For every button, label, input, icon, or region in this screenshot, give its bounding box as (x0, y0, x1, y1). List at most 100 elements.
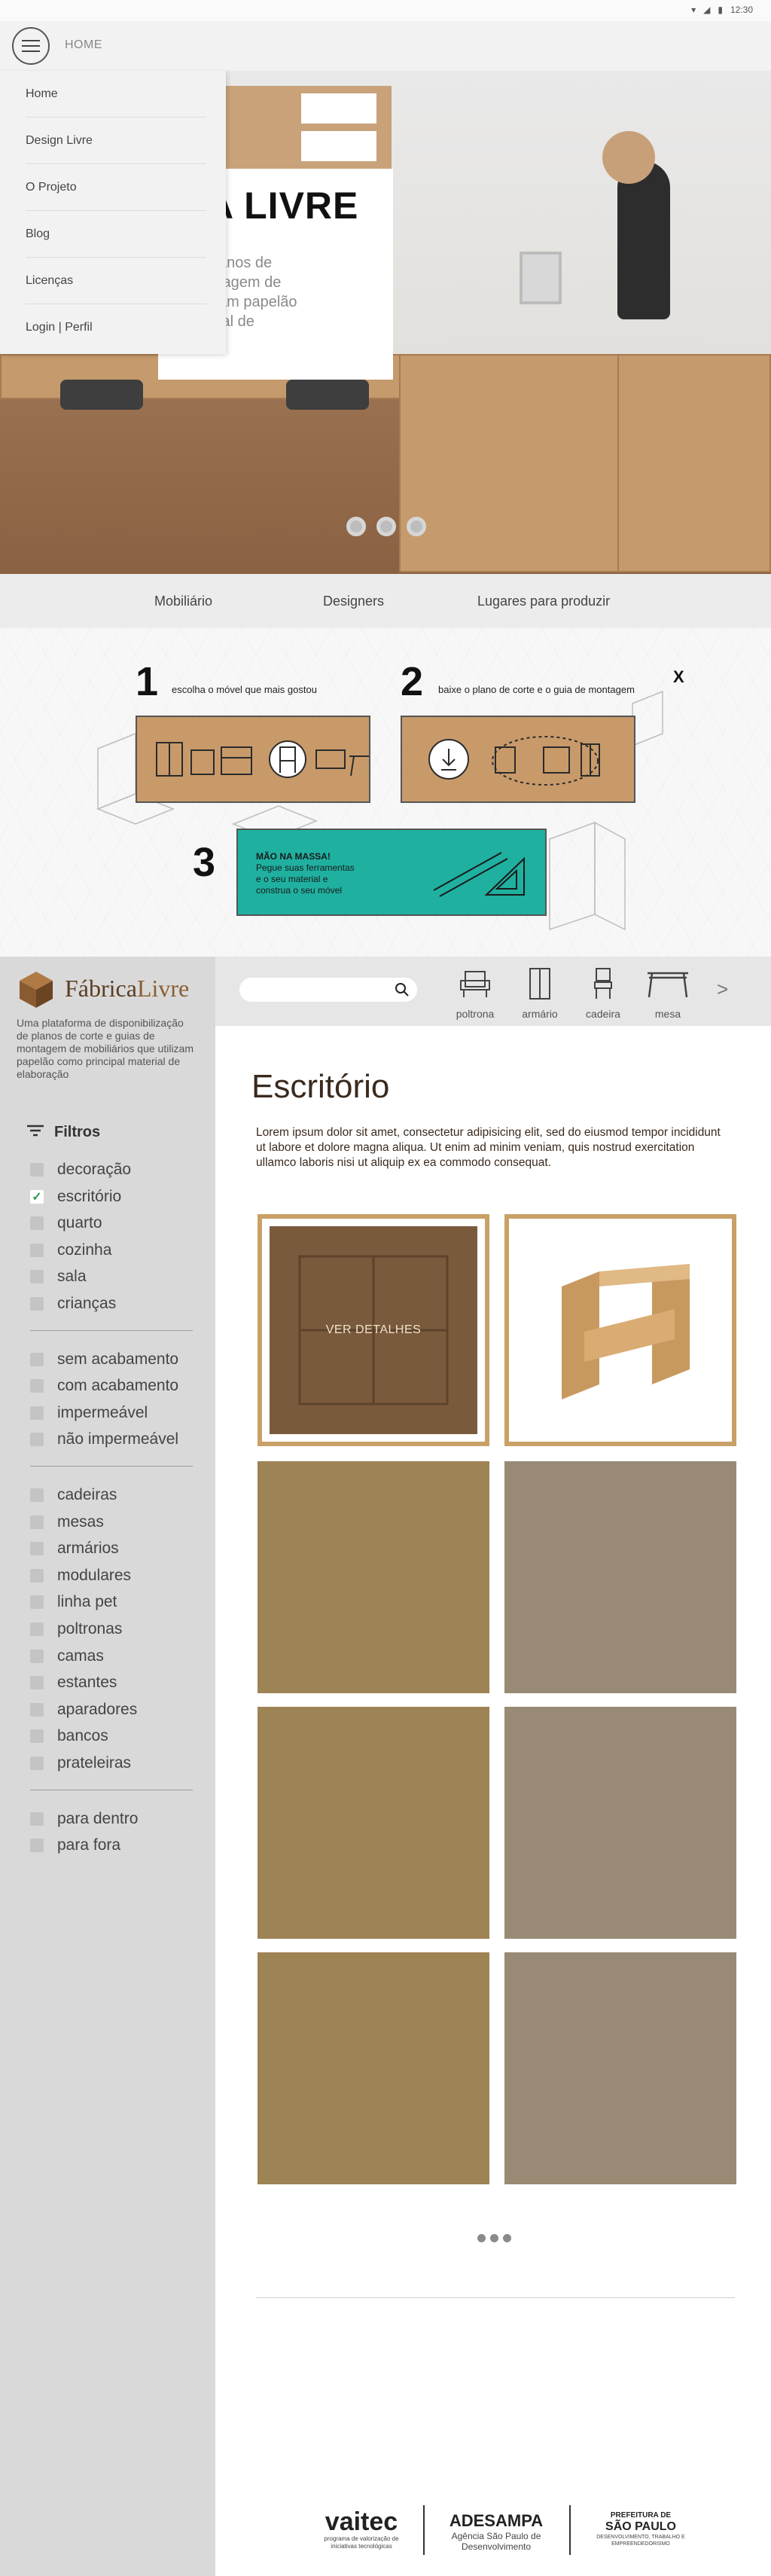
filter-option[interactable]: linha pet (30, 1593, 117, 1610)
checkbox-icon[interactable] (30, 1270, 44, 1284)
drawer-item-licencas[interactable]: Licenças (26, 258, 206, 304)
person-head (602, 131, 655, 184)
search-icon[interactable] (395, 982, 410, 997)
filter-option[interactable]: sem acabamento (30, 1351, 178, 1368)
checkbox-icon[interactable] (30, 1757, 44, 1770)
vaitec-logo: vaitec programa de valorização de inicia… (316, 2508, 407, 2550)
checkbox-checked-icon[interactable]: ✓ (30, 1189, 44, 1204)
app-bar: HOME (0, 21, 771, 71)
filter-option[interactable]: bancos (30, 1727, 108, 1744)
filter-option[interactable]: crianças (30, 1295, 116, 1312)
product-tile[interactable] (504, 1707, 736, 1939)
filter-option[interactable]: prateleiras (30, 1754, 131, 1772)
wifi-icon: ▾ (691, 5, 696, 15)
filter-option[interactable]: camas (30, 1647, 104, 1665)
vaitec-name: vaitec (325, 2507, 398, 2536)
nav-drawer: Home Design Livre O Projeto Blog Licença… (0, 71, 226, 354)
product-tile[interactable] (504, 1952, 736, 2184)
shelf-box (301, 131, 376, 161)
filter-option[interactable]: poltronas (30, 1620, 122, 1637)
type-cadeira[interactable]: cadeira (577, 966, 629, 1021)
logo-text-part1: Fábrica (65, 975, 137, 1002)
drawer-item-design-livre[interactable]: Design Livre (26, 118, 206, 164)
filter-option[interactable]: com acabamento (30, 1377, 178, 1394)
checkbox-icon[interactable] (30, 1352, 44, 1366)
status-bar: ▾ ◢ ▮ 12:30 (0, 0, 771, 21)
carousel-dot[interactable] (407, 517, 426, 536)
filter-option[interactable]: não impermeável (30, 1430, 178, 1448)
checkbox-icon[interactable] (30, 1811, 44, 1826)
menu-button[interactable] (12, 27, 50, 65)
adesampa-sub: Agência São Paulo de Desenvolvimento (451, 2531, 541, 2552)
filter-option[interactable]: aparadores (30, 1700, 138, 1718)
logo-text[interactable]: FábricaLivre (65, 975, 189, 1003)
chair-icon (594, 968, 612, 999)
filter-option[interactable]: impermeável (30, 1404, 148, 1421)
filter-option[interactable]: cadeiras (30, 1486, 117, 1503)
drawer-item-login[interactable]: Login | Perfil (26, 304, 206, 351)
step-1-box (136, 716, 370, 803)
hamburger-icon (22, 40, 40, 41)
tab-mobiliario[interactable]: Mobiliário (154, 594, 212, 609)
filter-icon (27, 1124, 44, 1141)
type-poltrona[interactable]: poltrona (449, 966, 501, 1021)
carousel-dot[interactable] (346, 517, 366, 536)
filter-option[interactable]: decoração (30, 1161, 131, 1178)
filter-option[interactable]: estantes (30, 1674, 117, 1691)
filter-option[interactable]: cozinha (30, 1241, 111, 1259)
checkbox-icon[interactable] (30, 1542, 44, 1556)
sidebar: FábricaLivre Uma plataforma de disponibi… (0, 957, 215, 2576)
product-tile[interactable] (504, 1461, 736, 1693)
tab-lugares[interactable]: Lugares para produzir (477, 594, 610, 609)
divider (256, 2297, 735, 2298)
filter-label: aparadores (57, 1700, 138, 1718)
checkbox-icon[interactable] (30, 1406, 44, 1420)
carousel-dot[interactable] (376, 517, 396, 536)
filter-option[interactable]: armários (30, 1540, 119, 1557)
checkbox-icon[interactable] (30, 1379, 44, 1393)
drawer-item-blog[interactable]: Blog (26, 211, 206, 258)
checkbox-icon[interactable] (30, 1622, 44, 1636)
tutorial-panel: X 1 escolha o móvel que mais gostou 2 ba… (0, 628, 771, 957)
checkbox-icon[interactable] (30, 1433, 44, 1447)
chair-icon-selected[interactable] (268, 740, 307, 779)
checkbox-icon[interactable] (30, 1297, 44, 1311)
product-tile[interactable] (258, 1707, 489, 1939)
checkbox-icon[interactable] (30, 1702, 44, 1717)
drawer-item-home[interactable]: Home (26, 71, 206, 118)
filter-option[interactable]: mesas (30, 1513, 104, 1531)
person-image (617, 161, 670, 319)
next-types-button[interactable]: > (717, 978, 728, 1001)
footer-separator (569, 2505, 571, 2555)
drawer-item-projeto[interactable]: O Projeto (26, 164, 206, 211)
search-input[interactable] (239, 978, 417, 1002)
checkbox-icon[interactable] (30, 1649, 44, 1663)
filter-option[interactable]: para dentro (30, 1810, 138, 1827)
product-tile[interactable] (258, 1461, 489, 1693)
type-armario[interactable]: armário (513, 966, 566, 1021)
product-tile[interactable] (258, 1952, 489, 2184)
load-more-button[interactable] (477, 2234, 511, 2242)
product-tile[interactable] (504, 1214, 736, 1446)
filter-option[interactable]: quarto (30, 1214, 102, 1232)
checkbox-icon[interactable] (30, 1595, 44, 1610)
checkbox-icon[interactable] (30, 1488, 44, 1502)
checkbox-icon[interactable] (30, 1839, 44, 1853)
hamburger-icon-line (22, 45, 40, 47)
checkbox-icon[interactable] (30, 1729, 44, 1744)
checkbox-icon[interactable] (30, 1243, 44, 1257)
tab-designers[interactable]: Designers (323, 594, 384, 609)
product-tile[interactable]: VER DETALHES (258, 1214, 489, 1446)
checkbox-icon[interactable] (30, 1568, 44, 1583)
prefeitura-name-1: PREFEITURA DE (610, 2511, 672, 2520)
filter-option[interactable]: para fora (30, 1836, 120, 1854)
type-mesa[interactable]: mesa (641, 966, 694, 1021)
checkbox-icon[interactable] (30, 1163, 44, 1177)
filter-option[interactable]: ✓ escritório (30, 1188, 121, 1205)
checkbox-icon[interactable] (30, 1676, 44, 1690)
filter-option[interactable]: sala (30, 1268, 87, 1285)
checkbox-icon[interactable] (30, 1216, 44, 1231)
filter-option[interactable]: modulares (30, 1567, 131, 1584)
checkbox-icon[interactable] (30, 1515, 44, 1529)
type-label: poltrona (456, 1008, 495, 1020)
